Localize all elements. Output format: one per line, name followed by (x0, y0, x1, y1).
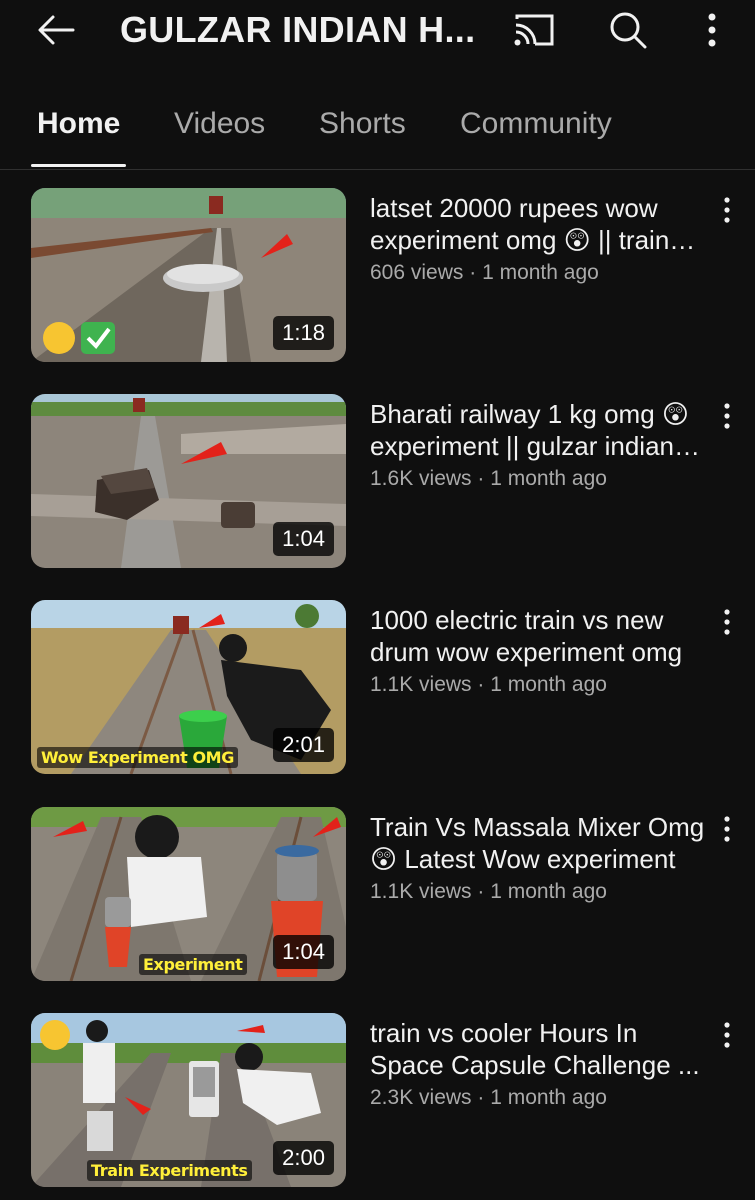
video-thumbnail[interactable]: Experiment 1:04 (31, 807, 346, 981)
video-info: Bharati railway 1 kg omg 😲 experiment ||… (370, 398, 705, 493)
thumbnail-caption: Experiment (139, 954, 247, 975)
video-title[interactable]: Bharati railway 1 kg omg 😲 experiment ||… (370, 398, 705, 462)
more-options-button[interactable] (688, 8, 736, 52)
meta-separator: · (471, 880, 491, 903)
meta-separator: · (471, 673, 491, 696)
arrow-left-icon (38, 15, 75, 45)
cast-button[interactable] (510, 8, 558, 52)
upload-age: 1 month ago (490, 880, 607, 903)
video-item[interactable]: Train Experiments 2:00 train vs cooler H… (0, 1013, 755, 1189)
video-item[interactable]: 1:18 latset 20000 rupees wow experiment … (0, 188, 755, 364)
video-thumbnail[interactable]: Train Experiments 2:00 (31, 1013, 346, 1187)
video-item[interactable]: 1:04 Bharati railway 1 kg omg 😲 experime… (0, 394, 755, 570)
video-duration: 2:00 (273, 1141, 334, 1175)
video-meta: 1.1K views · 1 month ago (370, 671, 705, 699)
meta-separator: · (471, 467, 491, 490)
channel-tabs: Home Videos Shorts Community (0, 88, 755, 170)
thumbnail-caption: Train Experiments (87, 1160, 252, 1181)
video-title[interactable]: Train Vs Massala Mixer Omg 😲 Latest Wow … (370, 811, 705, 875)
upload-age: 1 month ago (482, 261, 599, 284)
video-menu-button[interactable] (712, 809, 742, 849)
video-meta: 1.1K views · 1 month ago (370, 878, 705, 906)
video-title[interactable]: latset 20000 rupees wow experiment omg 😲… (370, 192, 705, 256)
more-vertical-icon (708, 13, 716, 47)
view-count: 1.1K views (370, 673, 472, 696)
video-item[interactable]: Experiment 1:04 Train Vs Massala Mixer O… (0, 807, 755, 983)
search-icon (610, 12, 647, 49)
tab-videos[interactable]: Videos (174, 106, 265, 142)
video-thumbnail[interactable]: 1:18 (31, 188, 346, 362)
meta-separator: · (471, 1086, 491, 1109)
video-menu-button[interactable] (712, 1015, 742, 1055)
thumbnail-caption: Wow Experiment OMG (37, 747, 238, 768)
video-item[interactable]: Wow Experiment OMG 2:01 1000 electric tr… (0, 600, 755, 776)
search-button[interactable] (604, 8, 652, 52)
video-meta: 1.6K views · 1 month ago (370, 465, 705, 493)
video-duration: 1:04 (273, 522, 334, 556)
back-button[interactable] (34, 10, 78, 50)
cast-icon (514, 14, 554, 46)
top-app-bar: GULZAR INDIAN H... (0, 0, 755, 62)
tab-community[interactable]: Community (460, 106, 612, 142)
video-duration: 1:18 (273, 316, 334, 350)
view-count: 606 views (370, 261, 464, 284)
view-count: 1.6K views (370, 467, 472, 490)
video-info: latset 20000 rupees wow experiment omg 😲… (370, 192, 705, 287)
video-meta: 2.3K views · 1 month ago (370, 1084, 705, 1112)
video-duration: 1:04 (273, 935, 334, 969)
tab-home[interactable]: Home (37, 106, 120, 142)
more-vertical-icon (724, 609, 730, 635)
video-duration: 2:01 (273, 728, 334, 762)
upload-age: 1 month ago (490, 1086, 607, 1109)
upload-age: 1 month ago (490, 467, 607, 490)
view-count: 2.3K views (370, 1086, 472, 1109)
view-count: 1.1K views (370, 880, 472, 903)
tab-shorts[interactable]: Shorts (319, 106, 406, 142)
video-info: 1000 electric train vs new drum wow expe… (370, 604, 705, 699)
video-menu-button[interactable] (712, 602, 742, 642)
more-vertical-icon (724, 197, 730, 223)
video-menu-button[interactable] (712, 396, 742, 436)
video-menu-button[interactable] (712, 190, 742, 230)
video-title[interactable]: train vs cooler Hours In Space Capsule C… (370, 1017, 705, 1081)
more-vertical-icon (724, 1022, 730, 1048)
video-thumbnail[interactable]: 1:04 (31, 394, 346, 568)
video-info: train vs cooler Hours In Space Capsule C… (370, 1017, 705, 1112)
active-tab-indicator (31, 164, 126, 167)
video-thumbnail[interactable]: Wow Experiment OMG 2:01 (31, 600, 346, 774)
meta-separator: · (463, 261, 483, 284)
more-vertical-icon (724, 403, 730, 429)
channel-title: GULZAR INDIAN H... (120, 10, 476, 50)
video-meta: 606 views · 1 month ago (370, 259, 705, 287)
video-info: Train Vs Massala Mixer Omg 😲 Latest Wow … (370, 811, 705, 906)
video-title[interactable]: 1000 electric train vs new drum wow expe… (370, 604, 705, 668)
more-vertical-icon (724, 816, 730, 842)
upload-age: 1 month ago (490, 673, 607, 696)
